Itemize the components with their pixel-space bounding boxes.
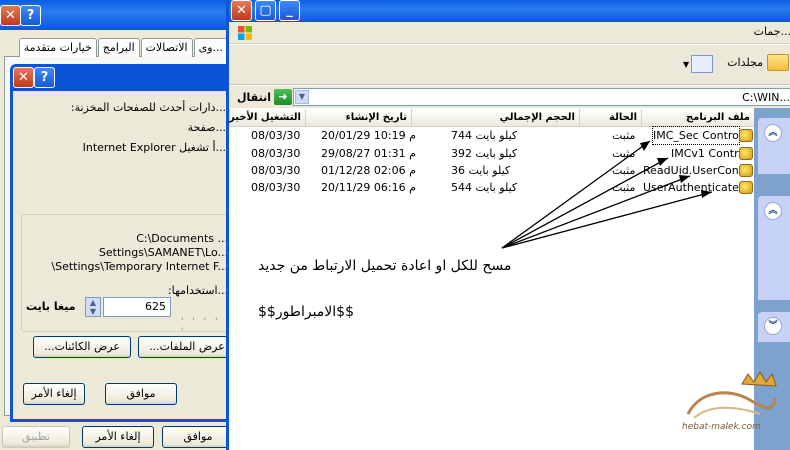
annotation-signature: $$الامبراطور$$	[258, 304, 354, 320]
crown-icon	[686, 371, 778, 419]
watermark-logo: hebat-malek.com	[680, 370, 780, 442]
arrow-lines	[501, 140, 713, 249]
annotation-text: مسح للكل او اعادة تحميل الارتباط من جديد	[258, 258, 512, 274]
arrow-heads	[640, 141, 712, 198]
watermark-site: hebat-malek.com	[682, 422, 761, 432]
annotation-arrows	[501, 140, 713, 249]
